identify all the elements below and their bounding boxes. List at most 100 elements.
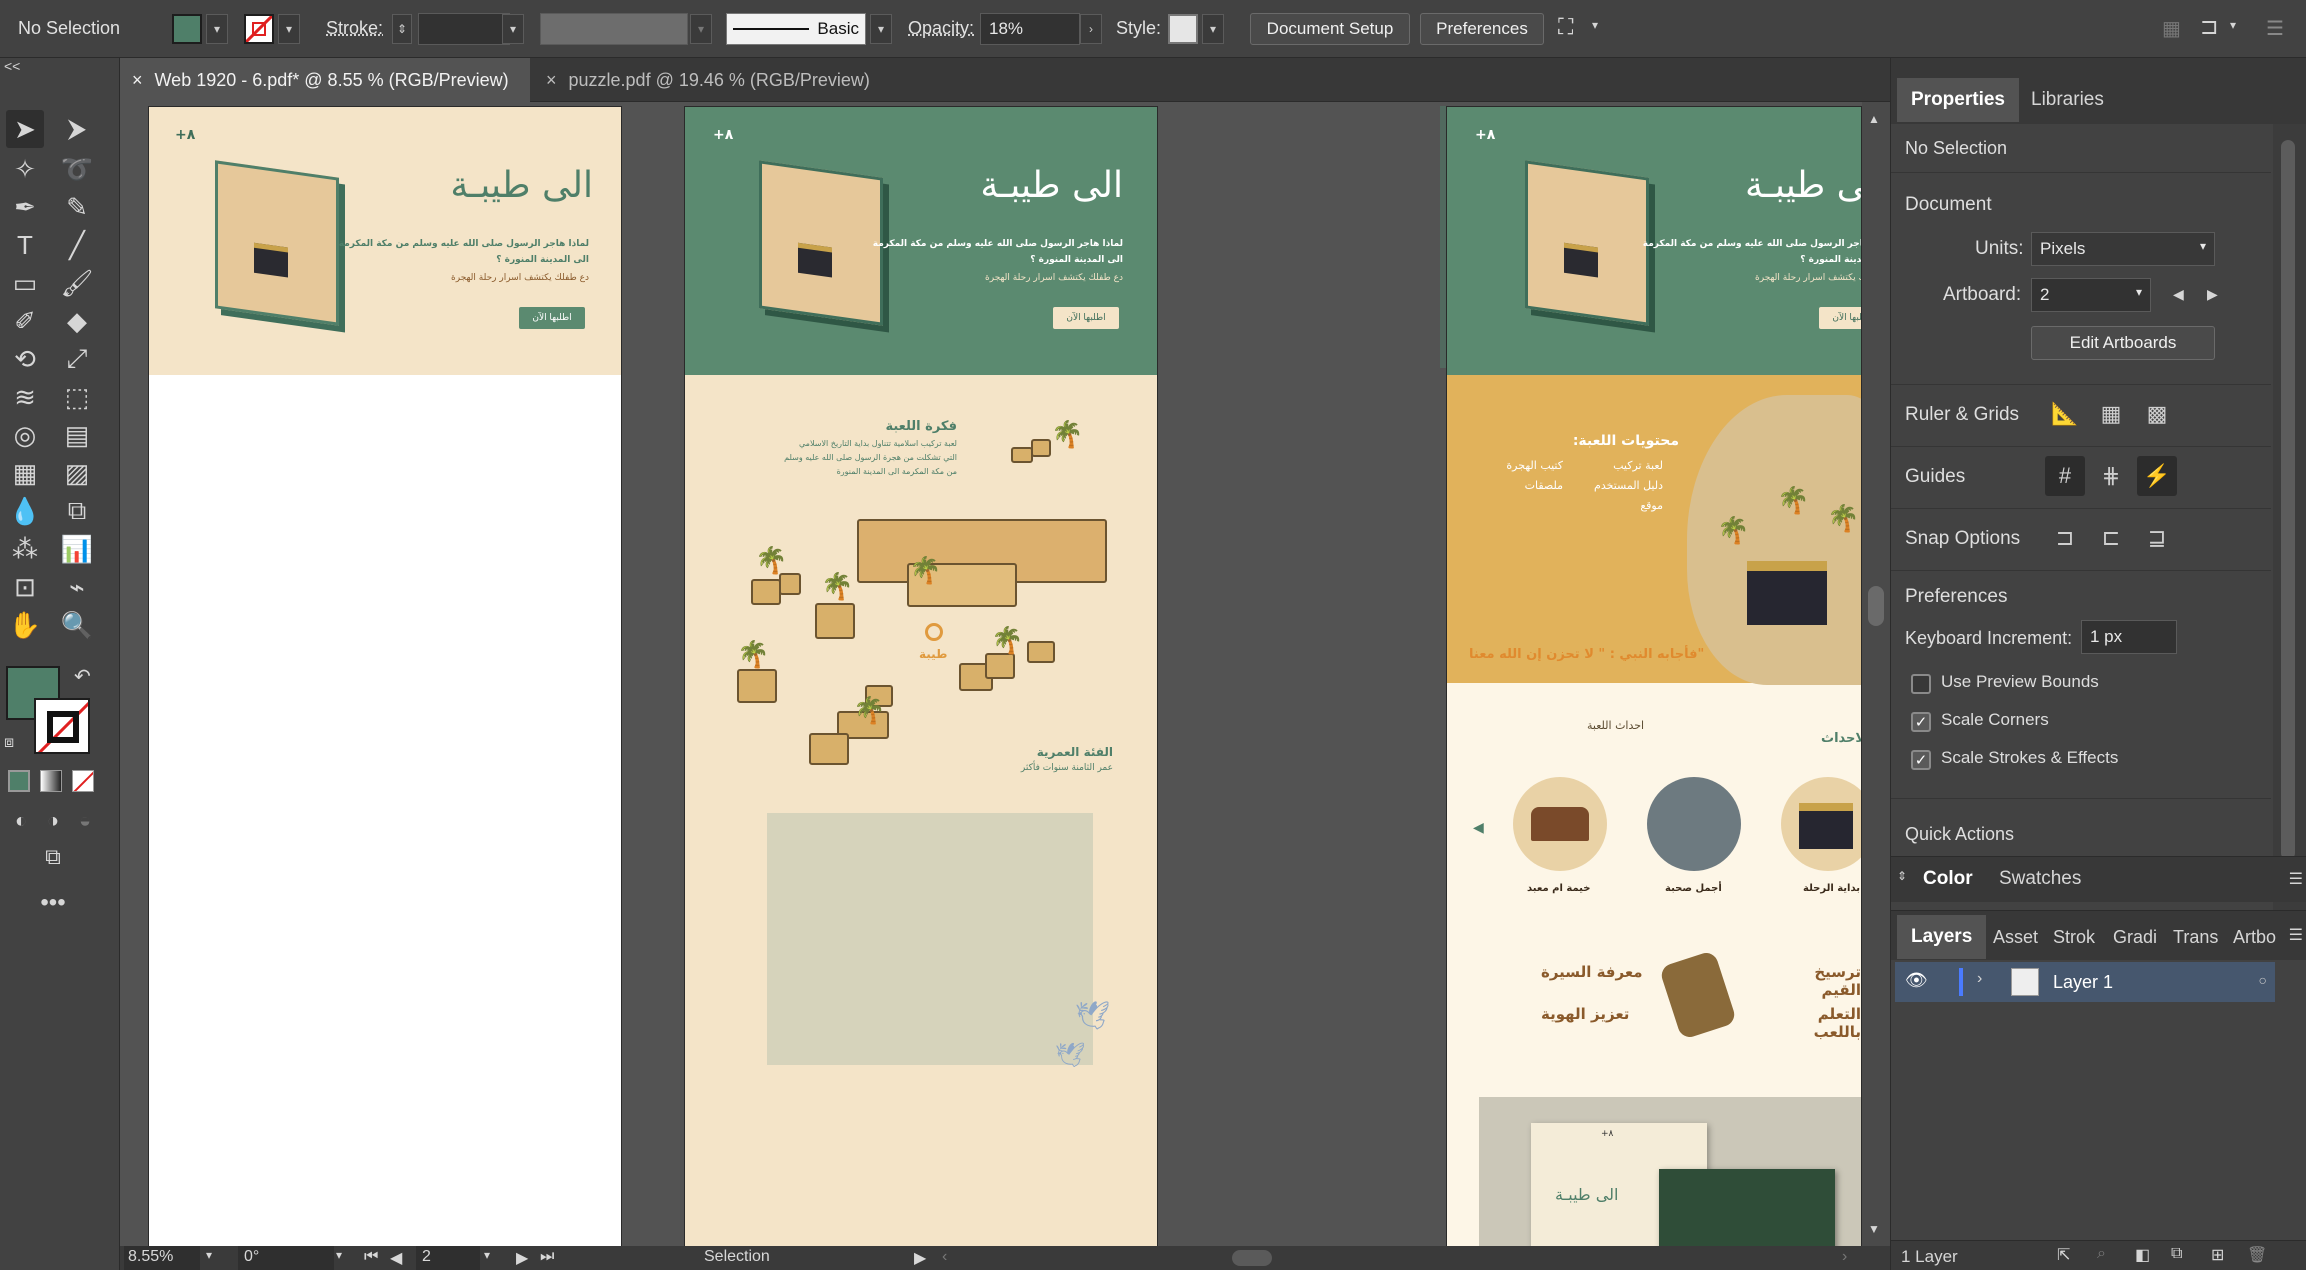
- symbol-sprayer-tool-icon[interactable]: ⁂: [6, 530, 44, 568]
- scroll-up-icon[interactable]: ▲: [1868, 112, 1880, 126]
- opacity-field[interactable]: 18%: [980, 13, 1080, 45]
- live-paint-tool-icon[interactable]: ▤: [58, 416, 96, 454]
- rotation-dropdown[interactable]: ▾: [336, 1248, 342, 1262]
- warp-tool-icon[interactable]: ≋: [6, 378, 44, 416]
- fill-swatch[interactable]: [172, 14, 202, 44]
- artboard-tool-icon[interactable]: ⊡: [6, 568, 44, 606]
- brush-definition[interactable]: Basic: [726, 13, 866, 45]
- paintbrush-tool-icon[interactable]: 🖌: [58, 264, 96, 302]
- status-menu-icon[interactable]: ▶: [914, 1248, 926, 1268]
- type-tool-icon[interactable]: T: [6, 226, 44, 264]
- curvature-tool-icon[interactable]: ✎: [58, 188, 96, 226]
- variable-width-dropdown[interactable]: ▾: [690, 14, 712, 44]
- first-artboard-icon[interactable]: ⏮: [364, 1248, 378, 1266]
- scale-corners-checkbox[interactable]: ✓: [1911, 712, 1931, 732]
- variable-width-profile[interactable]: [540, 13, 688, 45]
- lasso-tool-icon[interactable]: ➰: [58, 150, 96, 188]
- tab-properties[interactable]: Properties: [1897, 78, 2019, 122]
- shaper-tool-icon[interactable]: ✐: [6, 302, 44, 340]
- edit-artboards-button[interactable]: Edit Artboards: [2031, 326, 2215, 360]
- stroke-dropdown[interactable]: ▾: [278, 14, 300, 44]
- chevron-right-icon[interactable]: ›: [1977, 970, 1982, 988]
- color-mode-icon[interactable]: [8, 770, 30, 792]
- delete-layer-icon[interactable]: 🗑: [2247, 1245, 2267, 1265]
- tab-swatches[interactable]: Swatches: [1985, 857, 2095, 901]
- close-tab-icon[interactable]: ×: [546, 70, 557, 91]
- next-artboard-icon[interactable]: ▶: [516, 1248, 528, 1268]
- units-select[interactable]: Pixels ▾: [2031, 232, 2215, 266]
- video-placeholder[interactable]: [767, 813, 1093, 1065]
- eyedropper-tool-icon[interactable]: 💧: [6, 492, 44, 530]
- previous-artboard-icon[interactable]: ◀: [390, 1248, 402, 1268]
- tab-layers[interactable]: Layers: [1897, 915, 1987, 959]
- snap-to-glyph-icon[interactable]: ⊒: [2137, 518, 2177, 558]
- stroke-weight-field[interactable]: [418, 13, 510, 45]
- last-artboard-icon[interactable]: ⏭: [540, 1248, 554, 1266]
- scroll-left-icon[interactable]: ‹: [942, 1248, 947, 1266]
- rulers-icon[interactable]: 📐: [2045, 394, 2085, 434]
- previous-artboard-icon[interactable]: ◀: [2173, 286, 2184, 303]
- artboard-2[interactable]: ٨+ الى طيبـة لماذا هاجر الرسول صلى الله …: [684, 106, 1158, 1246]
- horizontal-scroll-thumb[interactable]: [1232, 1250, 1272, 1266]
- gradient-tool-icon[interactable]: ▨: [58, 454, 96, 492]
- slice-tool-icon[interactable]: ⌁: [58, 568, 96, 606]
- direct-selection-tool-icon[interactable]: ⮞: [58, 110, 96, 148]
- show-guides-icon[interactable]: #: [2045, 456, 2085, 496]
- arrange-documents-icon[interactable]: ⛶: [1558, 14, 1573, 40]
- preferences-button[interactable]: Preferences: [1420, 13, 1544, 45]
- tab-libraries[interactable]: Libraries: [2017, 78, 2118, 122]
- close-tab-icon[interactable]: ×: [132, 70, 143, 91]
- search-icon[interactable]: ⌕: [2097, 1245, 2106, 1263]
- canvas-area[interactable]: ٨+ الى طيبـة لماذا هاجر الرسول صلى الله …: [120, 102, 1876, 1246]
- use-preview-bounds-checkbox[interactable]: [1911, 674, 1931, 694]
- graphic-style-swatch[interactable]: [1168, 14, 1198, 44]
- workspace-dropdown[interactable]: ▾: [2230, 18, 2236, 32]
- swap-colors-icon[interactable]: ↶: [74, 664, 91, 689]
- tab-web-1920[interactable]: × Web 1920 - 6.pdf* @ 8.55 % (RGB/Previe…: [120, 58, 530, 102]
- order-button[interactable]: اطلبها الآن: [1053, 307, 1119, 329]
- screen-mode-icon[interactable]: ⧉: [34, 838, 72, 876]
- hand-tool-icon[interactable]: ✋: [6, 606, 44, 644]
- eye-visibility-icon[interactable]: 👁: [1905, 970, 1928, 991]
- free-transform-tool-icon[interactable]: ⬚: [58, 378, 96, 416]
- workspace-icon[interactable]: ⊐: [2200, 14, 2218, 40]
- stroke-weight-stepper[interactable]: ⇕: [392, 14, 412, 44]
- layer-row[interactable]: 👁 › Layer 1 ○: [1895, 962, 2275, 1002]
- panel-menu-icon[interactable]: ☰: [2289, 925, 2303, 945]
- transparency-grid-icon[interactable]: ▩: [2137, 394, 2177, 434]
- stroke-weight-dropdown[interactable]: ▾: [502, 14, 524, 44]
- snap-to-point-icon[interactable]: ⊐: [2045, 518, 2085, 558]
- scroll-thumb[interactable]: [1868, 586, 1884, 626]
- blend-tool-icon[interactable]: ⧉: [58, 492, 96, 530]
- next-artboard-icon[interactable]: ▶: [2207, 286, 2218, 303]
- panel-menu-icon[interactable]: ☰: [2289, 869, 2303, 889]
- carousel-prev-icon[interactable]: ◀: [1473, 819, 1484, 836]
- eraser-tool-icon[interactable]: ◆: [58, 302, 96, 340]
- none-mode-icon[interactable]: [72, 770, 94, 792]
- rotation-field[interactable]: 0°: [238, 1246, 334, 1270]
- opacity-arrow[interactable]: ›: [1080, 14, 1102, 44]
- brush-dropdown[interactable]: ▾: [870, 14, 892, 44]
- export-icon[interactable]: ⇱: [2057, 1245, 2070, 1265]
- zoom-dropdown[interactable]: ▾: [206, 1248, 212, 1262]
- keyboard-increment-field[interactable]: 1 px: [2081, 620, 2177, 654]
- order-button[interactable]: اطلبها الآن: [1819, 307, 1861, 329]
- scroll-down-icon[interactable]: ▼: [1868, 1222, 1880, 1236]
- arrange-dropdown[interactable]: ▾: [1592, 18, 1598, 32]
- document-setup-button[interactable]: Document Setup: [1250, 13, 1410, 45]
- column-graph-tool-icon[interactable]: 📊: [58, 530, 96, 568]
- panel-menu-icon[interactable]: ☰: [2266, 16, 2284, 41]
- rectangle-tool-icon[interactable]: ▭: [6, 264, 44, 302]
- stroke-color-box[interactable]: [34, 698, 90, 754]
- pen-tool-icon[interactable]: ✒: [6, 188, 44, 226]
- canvas-vertical-scrollbar[interactable]: ▲ ▼: [1862, 102, 1890, 1246]
- gradient-mode-icon[interactable]: [40, 770, 62, 792]
- selection-tool-icon[interactable]: ➤: [6, 110, 44, 148]
- shape-builder-tool-icon[interactable]: ◎: [6, 416, 44, 454]
- magic-wand-tool-icon[interactable]: ✧: [6, 150, 44, 188]
- artboard-number-field[interactable]: 2: [416, 1246, 480, 1270]
- snap-to-pixel-icon[interactable]: ⊏: [2091, 518, 2131, 558]
- collapse-toolbar-icon[interactable]: <<: [4, 58, 20, 74]
- panel-scroll-thumb[interactable]: [2281, 140, 2295, 860]
- rotate-tool-icon[interactable]: ⟲: [6, 340, 44, 378]
